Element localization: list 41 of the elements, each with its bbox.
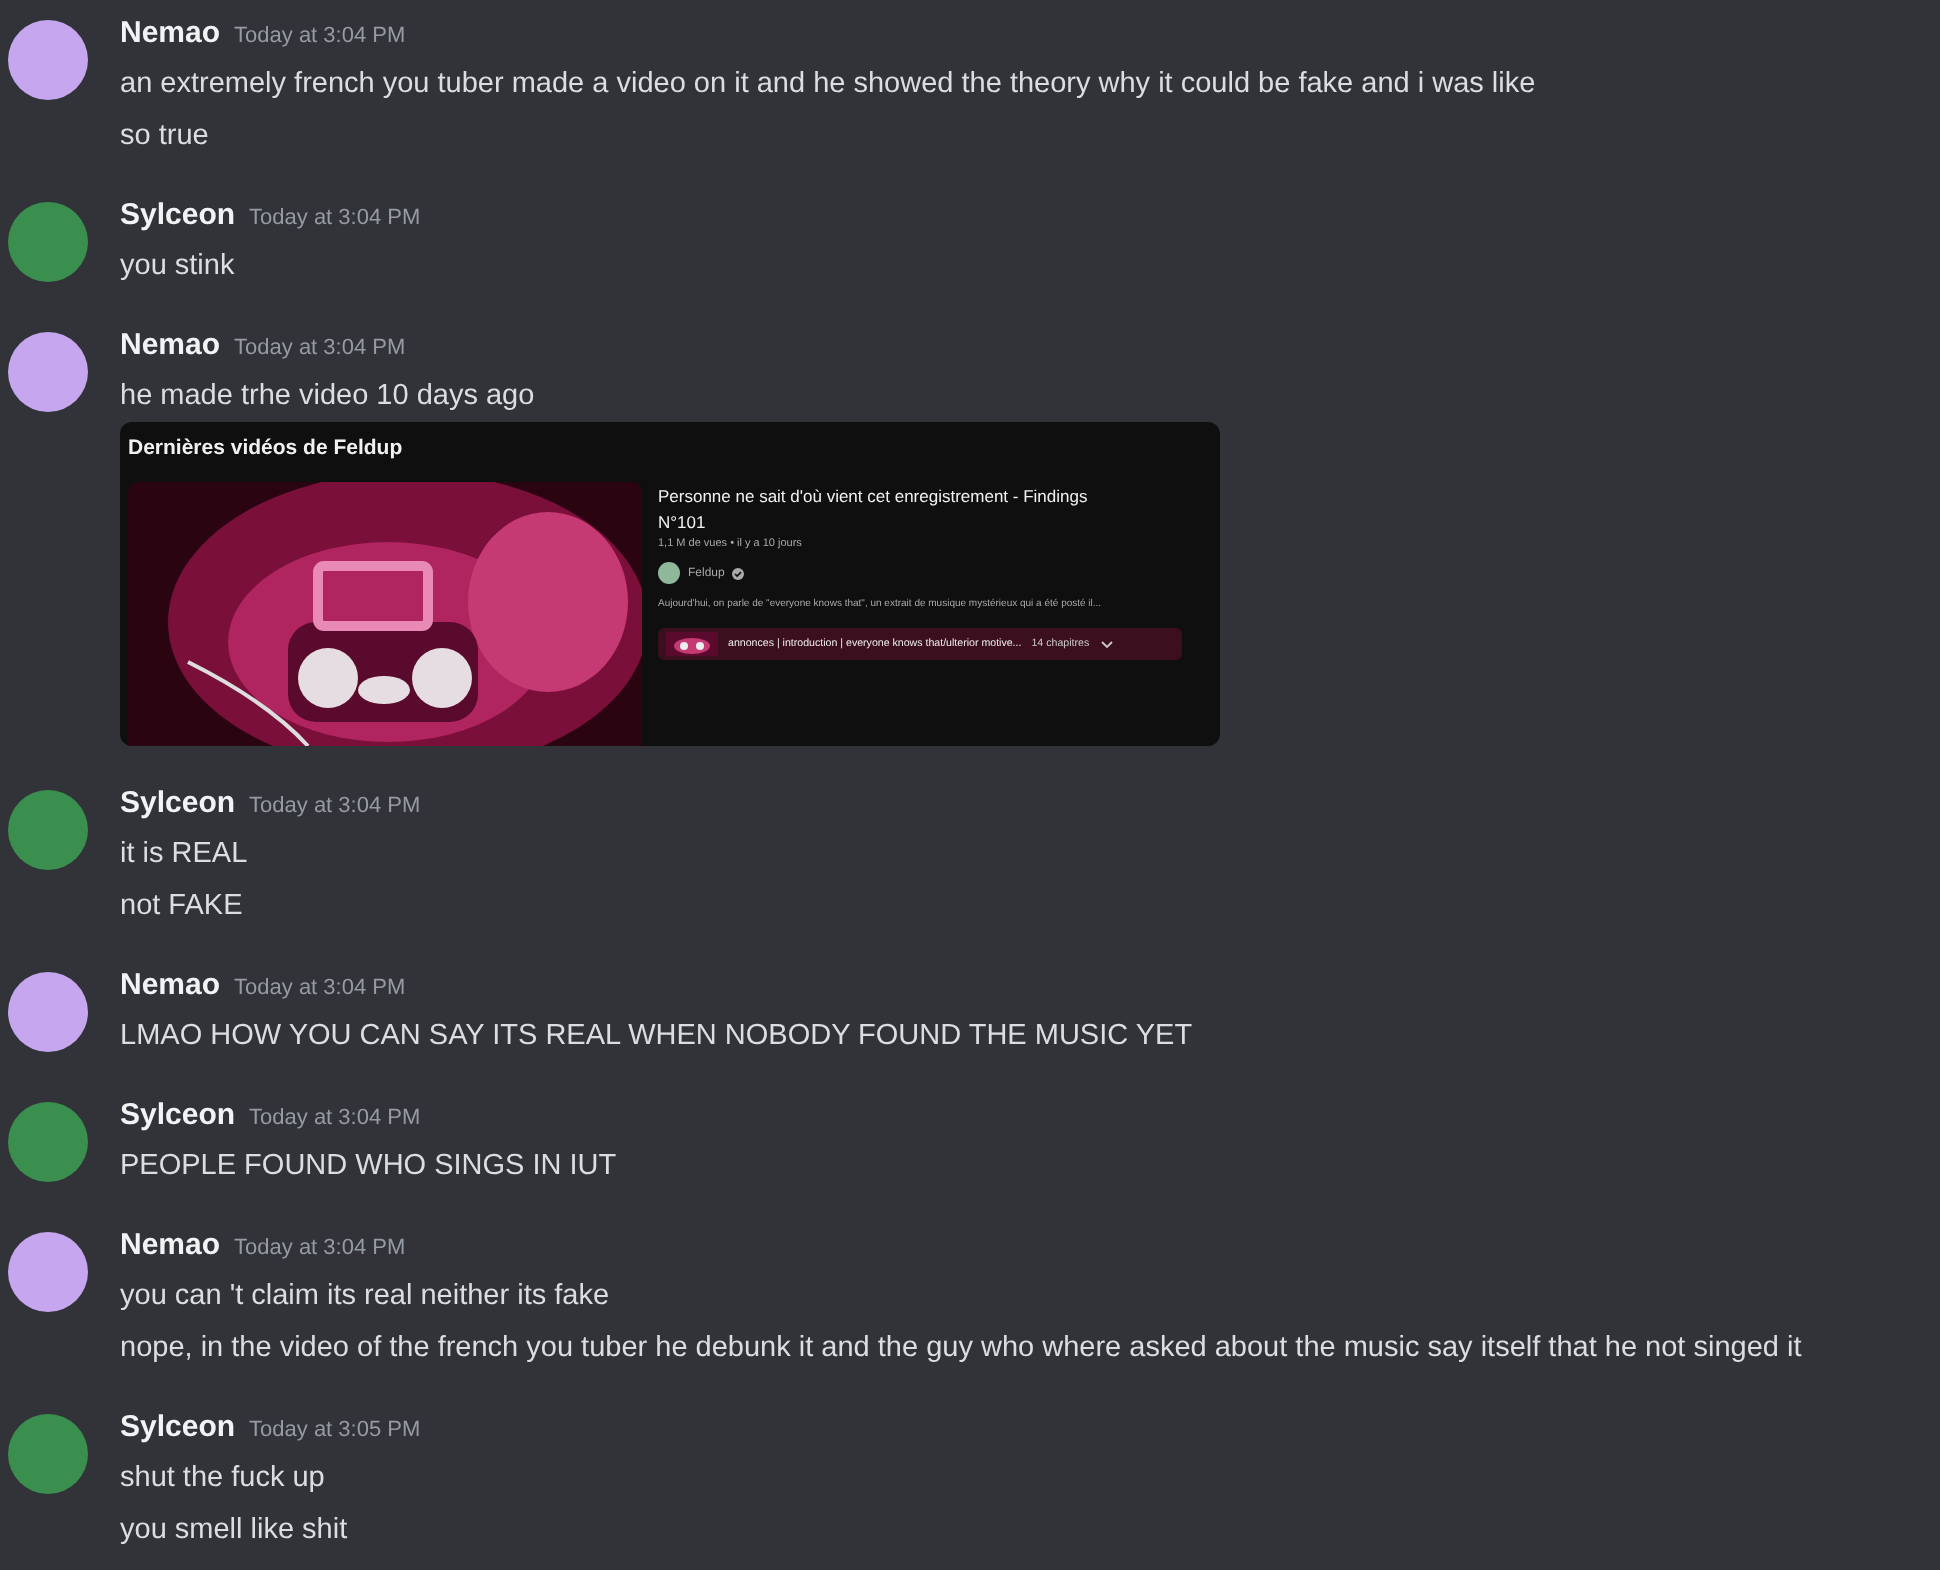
message-text: an extremely french you tuber made a video on it and he showed the theory why it could be fake and i was like xyxy=(120,66,1536,104)
video-title[interactable]: Personne ne sait d'où vient cet enregistrement - Findings N°101 xyxy=(658,484,1118,536)
message-text: you stink xyxy=(120,248,237,286)
timestamp: Today at 3:04 PM xyxy=(234,22,406,52)
username[interactable]: Nemao xyxy=(120,326,221,366)
user-avatar[interactable] xyxy=(8,972,88,1052)
message-text: it is REAL xyxy=(120,836,250,874)
video-embed[interactable] xyxy=(120,422,1220,746)
user-avatar[interactable] xyxy=(8,1102,88,1182)
message-text: he made trhe video 10 days ago xyxy=(120,378,537,416)
message-text: PEOPLE FOUND WHO SINGS IN IUT xyxy=(120,1148,617,1186)
username[interactable]: Sylceon xyxy=(120,784,236,824)
username[interactable]: Sylceon xyxy=(120,196,236,236)
message-text: not FAKE xyxy=(120,888,245,926)
user-avatar[interactable] xyxy=(8,1232,88,1312)
username[interactable]: Nemao xyxy=(120,1226,221,1266)
channel-avatar xyxy=(658,562,680,584)
message-text: nope, in the video of the french you tuber he debunk it and the guy who where asked about the music say itself that he not singed it xyxy=(120,1330,1802,1368)
user-avatar[interactable] xyxy=(8,1414,88,1494)
timestamp: Today at 3:04 PM xyxy=(234,1234,406,1264)
chevron-down-icon[interactable] xyxy=(1099,639,1114,649)
username[interactable]: Nemao xyxy=(120,966,221,1006)
timestamp: Today at 3:04 PM xyxy=(234,334,406,364)
message-text: you can 't claim its real neither its fake xyxy=(120,1278,612,1316)
timestamp: Today at 3:04 PM xyxy=(234,974,406,1004)
message-text: so true xyxy=(120,118,211,156)
timestamp: Today at 3:04 PM xyxy=(249,204,421,234)
username[interactable]: Sylceon xyxy=(120,1096,236,1136)
message-text: LMAO HOW YOU CAN SAY ITS REAL WHEN NOBODY FOUND THE MUSIC YET xyxy=(120,1018,1193,1056)
user-avatar[interactable] xyxy=(8,202,88,282)
embed-header: Dernières vidéos de Feldup xyxy=(128,434,403,464)
user-avatar[interactable] xyxy=(8,790,88,870)
timestamp: Today at 3:05 PM xyxy=(249,1416,421,1446)
message-text: shut the fuck up xyxy=(120,1460,327,1498)
message-text: you smell like shit xyxy=(120,1512,350,1550)
user-avatar[interactable] xyxy=(8,20,88,100)
timestamp: Today at 3:04 PM xyxy=(249,1104,421,1134)
username[interactable]: Sylceon xyxy=(120,1408,236,1448)
username[interactable]: Nemao xyxy=(120,14,221,54)
timestamp: Today at 3:04 PM xyxy=(249,792,421,822)
user-avatar[interactable] xyxy=(8,332,88,412)
